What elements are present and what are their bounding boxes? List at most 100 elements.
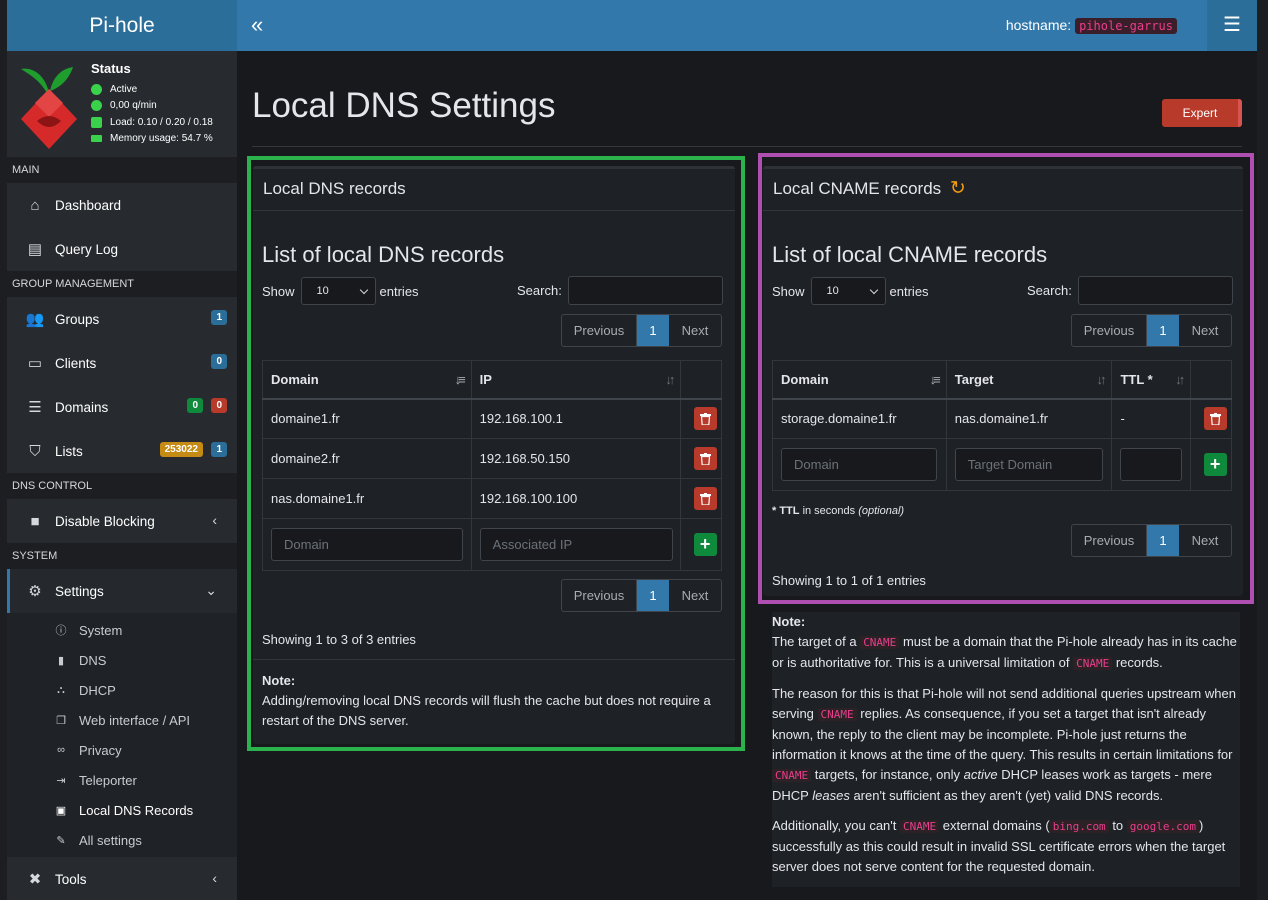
sub-item-label: All settings: [79, 832, 142, 848]
active-dot-icon: [91, 84, 102, 95]
next-page-button[interactable]: Next: [669, 315, 721, 346]
ttl-footnote-optional: (optional): [858, 505, 905, 517]
cname-search-input[interactable]: [1077, 276, 1233, 305]
note-text: aren't sufficient as they aren't (yet) v…: [853, 788, 1164, 803]
sidebar-item-settings[interactable]: ⚙ Settings ⌄: [7, 569, 237, 613]
add-record-row: Domain Target Domain +: [772, 438, 1232, 491]
top-navbar: « hostname: pihole-garrus ☰: [237, 0, 1257, 51]
sidebar-sub-system[interactable]: ⓘ System: [7, 615, 237, 645]
column-label: TTL *: [1120, 371, 1153, 387]
sidebar-item-tools[interactable]: ✖ Tools ‹: [7, 857, 237, 900]
section-main: MAIN: [7, 157, 237, 183]
trash-icon: [1209, 412, 1221, 425]
sidebar-sub-web-interface[interactable]: ❐ Web interface / API: [7, 705, 237, 735]
groups-count-badge: 1: [211, 310, 227, 325]
sub-item-label: Web interface / API: [79, 712, 191, 728]
delete-record-button[interactable]: [1203, 407, 1227, 431]
status-panel: Status Active 0,00 q/min Load: 0.10 / 0.…: [7, 51, 237, 157]
sidebar-sub-local-dns-records[interactable]: ▣ Local DNS Records: [7, 795, 237, 825]
memory-icon: [91, 135, 102, 142]
column-header-target[interactable]: Target ↓↑: [945, 360, 1113, 400]
status-rate-text: 0,00 q/min: [110, 100, 157, 111]
next-page-button[interactable]: Next: [1179, 525, 1231, 556]
sidebar-sub-all-settings[interactable]: ✎ All settings: [7, 825, 237, 855]
sidebar-item-lists[interactable]: ⛉ Lists 253022 1: [7, 429, 237, 473]
show-label: Show: [772, 283, 805, 299]
gears-icon: ⚙: [28, 583, 42, 600]
next-page-button[interactable]: Next: [1179, 315, 1231, 346]
sidebar-item-clients[interactable]: ▭ Clients 0: [7, 341, 237, 385]
sub-item-label: System: [79, 622, 123, 638]
expert-mode-toggle[interactable]: Expert: [1162, 99, 1242, 127]
previous-page-button[interactable]: Previous: [1072, 525, 1147, 556]
ttl-cell: -: [1111, 398, 1192, 439]
home-icon: ⌂: [30, 196, 40, 214]
delete-record-button[interactable]: [693, 447, 717, 470]
list-icon: ☰: [28, 399, 42, 416]
next-page-button[interactable]: Next: [669, 580, 721, 611]
section-system: SYSTEM: [7, 543, 237, 569]
add-record-button[interactable]: +: [1203, 453, 1227, 476]
delete-record-button[interactable]: [693, 407, 717, 431]
new-cname-ttl-input[interactable]: [1120, 448, 1183, 481]
brand-logo-text[interactable]: Pi-hole: [7, 0, 237, 51]
sidebar-toggle-icon[interactable]: «: [251, 13, 263, 37]
local-dns-box-title: Local DNS records: [253, 169, 735, 211]
new-domain-input[interactable]: Domain: [271, 528, 463, 561]
previous-page-button[interactable]: Previous: [1072, 315, 1147, 346]
sidebar-item-label: Disable Blocking: [55, 513, 155, 529]
cname-code: CNAME: [1073, 657, 1113, 670]
sidebar-item-dashboard[interactable]: ⌂ Dashboard: [7, 183, 237, 227]
column-header-domain[interactable]: Domain ↓≡: [262, 360, 472, 400]
column-label: Target: [954, 371, 994, 387]
page-1-button[interactable]: 1: [1147, 315, 1179, 346]
title-divider: [252, 146, 1242, 147]
note-text: active: [963, 767, 998, 782]
cname-page-size-select[interactable]: 10: [810, 277, 886, 305]
sidebar-sub-teleporter[interactable]: ⇥ Teleporter: [7, 765, 237, 795]
cname-code: CNAME: [900, 820, 940, 833]
delete-record-button[interactable]: [693, 487, 717, 510]
note-text: leases: [812, 788, 850, 803]
dns-note: Note: Adding/removing local DNS records …: [262, 671, 727, 731]
sidebar-sub-dns[interactable]: ▮ DNS: [7, 645, 237, 675]
hostname-display: hostname: pihole-garrus: [1006, 17, 1177, 34]
cname-note: Note: The target of a CNAME must be a do…: [772, 612, 1240, 887]
new-cname-target-input[interactable]: Target Domain: [954, 448, 1103, 481]
add-record-button[interactable]: +: [693, 533, 717, 556]
sidebar-item-domains[interactable]: ☰ Domains 0 0: [7, 385, 237, 429]
column-header-ip[interactable]: IP ↓↑: [470, 360, 682, 400]
note-text: Adding/removing local DNS records will f…: [262, 693, 711, 728]
dns-page-size-select[interactable]: 10: [300, 277, 376, 305]
users-icon: 👥: [25, 311, 45, 328]
sidebar-item-label: Domains: [55, 399, 109, 415]
local-cname-box: Local CNAME records ↻ List of local CNAM…: [763, 166, 1243, 596]
cname-pager-top: Previous 1 Next: [1071, 314, 1232, 347]
laptop-icon: ▭: [27, 355, 43, 372]
column-header-ttl[interactable]: TTL * ↓↑: [1111, 360, 1192, 400]
dns-search-input[interactable]: [567, 276, 723, 305]
sidebar-item-groups[interactable]: 👥 Groups 1: [7, 297, 237, 341]
local-dns-box: Local DNS records List of local DNS reco…: [253, 166, 735, 744]
page-1-button[interactable]: 1: [637, 580, 669, 611]
cname-page-size-control: Show 10 entries: [772, 277, 929, 305]
status-title: Status: [91, 61, 131, 76]
chevron-down-icon: ⌄: [205, 582, 217, 598]
page-1-button[interactable]: 1: [1147, 525, 1179, 556]
sidebar-sub-dhcp[interactable]: ⛬ DHCP: [7, 675, 237, 705]
previous-page-button[interactable]: Previous: [562, 315, 637, 346]
sort-icon: ↓↑: [1096, 372, 1106, 387]
sidebar-item-query-log[interactable]: ▤ Query Log: [7, 227, 237, 271]
sidebar-sub-privacy[interactable]: ∞ Privacy: [7, 735, 237, 765]
hamburger-menu-icon[interactable]: ☰: [1207, 0, 1257, 51]
column-header-domain[interactable]: Domain ↓≡: [772, 360, 947, 400]
page-1-button[interactable]: 1: [637, 315, 669, 346]
new-cname-domain-input[interactable]: Domain: [781, 448, 937, 481]
note-title: Note:: [262, 673, 296, 688]
table-row: nas.domaine1.fr 192.168.100.100: [262, 478, 722, 519]
note-paragraph-1: The target of a CNAME must be a domain t…: [772, 632, 1240, 674]
refresh-icon[interactable]: ↻: [950, 178, 966, 199]
sidebar-item-disable-blocking[interactable]: ■ Disable Blocking ‹: [7, 499, 237, 543]
new-ip-input[interactable]: Associated IP: [479, 528, 673, 561]
previous-page-button[interactable]: Previous: [562, 580, 637, 611]
